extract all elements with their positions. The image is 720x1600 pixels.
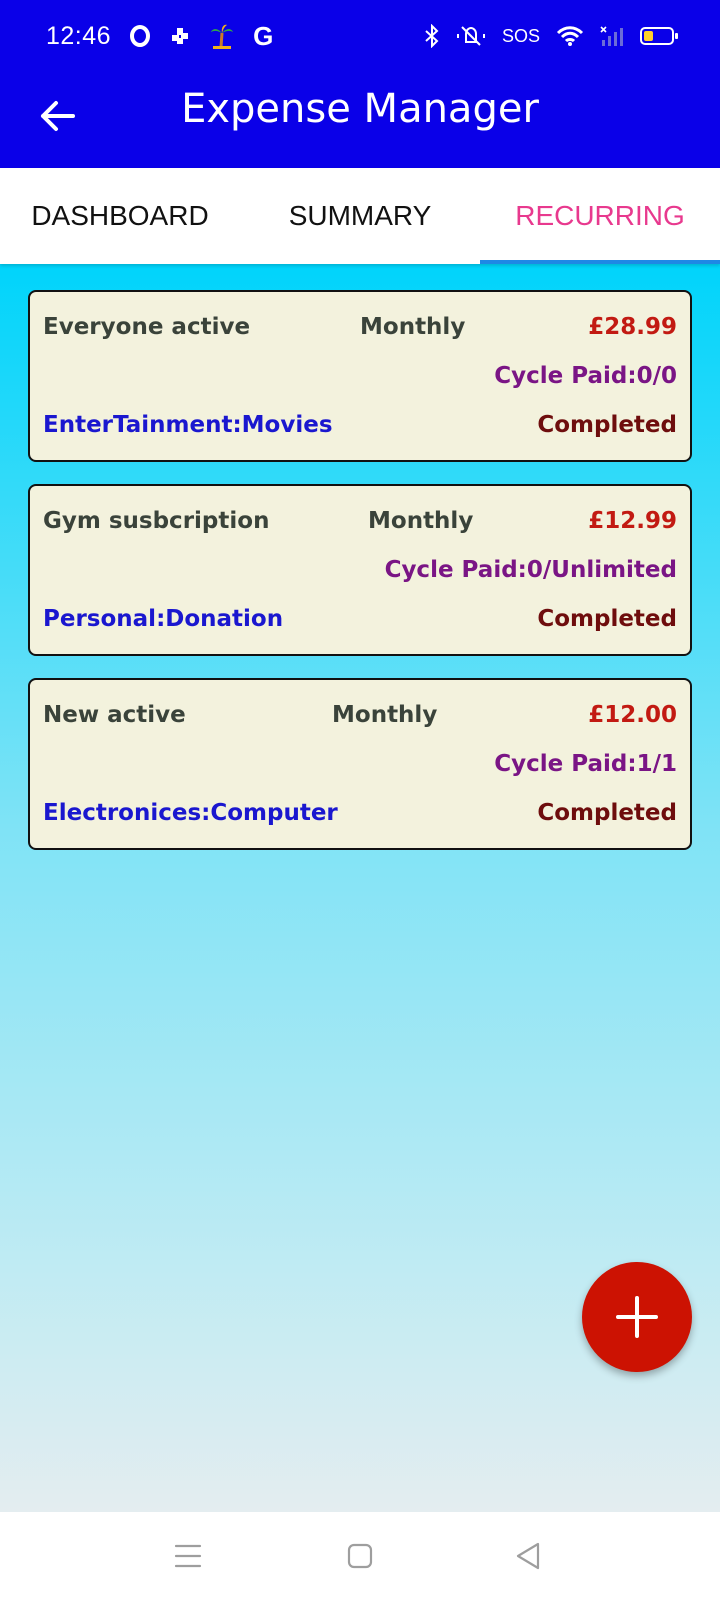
top-bar: 12:46 G SOS Expense Manager (0, 0, 720, 168)
item-cycle: Cycle Paid:0/Unlimited (384, 557, 677, 583)
wifi-icon (556, 25, 584, 47)
back-icon (516, 1542, 540, 1570)
tab-summary[interactable]: SUMMARY (240, 168, 480, 264)
item-status: Completed (537, 800, 677, 826)
item-frequency: Monthly (368, 508, 474, 534)
item-status: Completed (537, 606, 677, 632)
tab-dashboard[interactable]: DASHBOARD (0, 168, 240, 264)
signal-icon (600, 25, 624, 47)
opera-icon (129, 25, 151, 47)
bluetooth-icon (424, 24, 440, 48)
item-frequency: Monthly (332, 702, 438, 728)
recurring-item[interactable]: Gym susbcription Monthly £12.99 Cycle Pa… (28, 484, 692, 656)
sos-label: SOS (501, 25, 540, 46)
item-amount: £12.99 (588, 508, 677, 534)
status-bar: 12:46 G SOS (0, 0, 720, 72)
plus-icon (616, 1296, 658, 1338)
app-bar: Expense Manager (0, 72, 720, 168)
item-name: Everyone active (43, 314, 251, 340)
item-amount: £28.99 (588, 314, 677, 340)
item-name: New active (43, 702, 186, 728)
tab-bar: DASHBOARD SUMMARY RECURRING (0, 168, 720, 264)
pinwheel-icon (169, 25, 191, 47)
item-cycle: Cycle Paid:1/1 (494, 751, 677, 777)
navigation-bar (0, 1512, 720, 1600)
item-category: Personal:Donation (43, 606, 284, 632)
page-title: Expense Manager (181, 86, 539, 132)
item-category: Electronices:Computer (43, 800, 338, 826)
item-amount: £12.00 (588, 702, 677, 728)
back-nav-button[interactable] (508, 1536, 548, 1576)
item-status: Completed (537, 412, 677, 438)
home-icon (347, 1543, 373, 1569)
item-category: EnterTainment:Movies (43, 412, 333, 438)
tab-recurring[interactable]: RECURRING (480, 168, 720, 264)
recurring-item[interactable]: New active Monthly £12.00 Cycle Paid:1/1… (28, 678, 692, 850)
google-icon: G (253, 20, 274, 51)
item-frequency: Monthly (360, 314, 466, 340)
home-button[interactable] (340, 1536, 380, 1576)
menu-button[interactable] (168, 1536, 208, 1576)
mute-icon (456, 24, 486, 48)
menu-icon (174, 1544, 202, 1568)
recurring-item[interactable]: Everyone active Monthly £28.99 Cycle Pai… (28, 290, 692, 462)
battery-icon (640, 27, 678, 45)
item-cycle: Cycle Paid:0/0 (494, 363, 677, 389)
add-recurring-button[interactable] (582, 1262, 692, 1372)
palm-tree-icon (209, 23, 235, 49)
item-name: Gym susbcription (43, 508, 270, 534)
status-time: 12:46 (46, 21, 112, 50)
